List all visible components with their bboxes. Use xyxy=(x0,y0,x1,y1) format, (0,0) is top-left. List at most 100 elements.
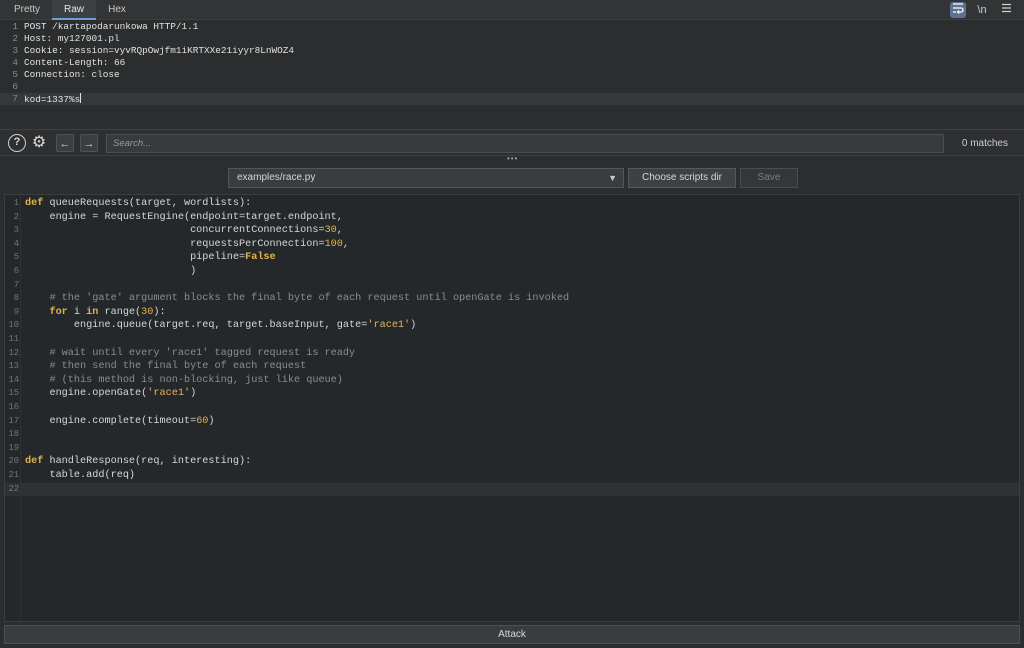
line-number: 17 xyxy=(8,415,19,426)
code-line[interactable]: 18 xyxy=(5,428,1019,442)
line-number: 14 xyxy=(8,374,19,385)
line-number: 19 xyxy=(8,442,19,453)
search-bar: ? ⚙ ← → 0 matches xyxy=(0,129,1024,156)
code-line-text: # the 'gate' argument blocks the final b… xyxy=(25,292,569,306)
code-token: # (this method is non-blocking, just lik… xyxy=(25,374,343,386)
line-number: 5 xyxy=(12,69,18,80)
line-number: 21 xyxy=(8,470,19,480)
code-line-text: engine.complete(timeout=60) xyxy=(25,415,214,429)
code-token: range( xyxy=(98,306,142,318)
request-line-text: Host: my127001.pl xyxy=(24,33,120,44)
code-line[interactable]: 12 # wait until every 'race1' tagged req… xyxy=(5,347,1019,361)
code-line[interactable]: 14 # (this method is non-blocking, just … xyxy=(5,374,1019,388)
script-select-value: examples/race.py xyxy=(237,172,316,183)
line-number: 2 xyxy=(12,33,18,44)
code-line[interactable]: 16 xyxy=(5,401,1019,415)
code-token: 'race1' xyxy=(147,388,191,400)
request-line[interactable]: 6 xyxy=(0,81,1024,93)
code-token: ) xyxy=(25,266,197,277)
code-token: , xyxy=(342,238,350,250)
code-token: queueRequests(target, wordlists): xyxy=(43,198,252,209)
code-token: pipeline= xyxy=(25,252,246,264)
hamburger-glyph xyxy=(1001,3,1011,13)
code-line[interactable]: 21 table.add(req) xyxy=(5,469,1019,483)
code-line[interactable]: 10 engine.queue(target.req, target.baseI… xyxy=(5,319,1019,333)
search-input[interactable] xyxy=(106,134,944,153)
attack-button[interactable]: Attack xyxy=(4,625,1020,644)
request-line-text: Cookie: session=vyvRQpOwjfm1iKRTXXe21iyy… xyxy=(24,45,295,56)
code-line[interactable]: 11 xyxy=(5,333,1019,347)
match-count: 0 matches xyxy=(961,138,1008,149)
line-number: 2 xyxy=(13,211,19,222)
newline-toggle-icon[interactable]: \n xyxy=(974,2,990,18)
code-token: table.add(req) xyxy=(25,470,136,481)
code-line-text: def handleResponse(req, interesting): xyxy=(25,455,251,469)
word-wrap-icon[interactable] xyxy=(950,2,966,18)
code-line-text: # (this method is non-blocking, just lik… xyxy=(25,374,343,388)
request-line[interactable]: 5 Connection: close xyxy=(0,69,1024,81)
code-token: # wait until every 'race1' tagged reques… xyxy=(25,347,356,359)
editor-options: \n xyxy=(950,2,1014,18)
code-line-text: table.add(req) xyxy=(25,469,135,483)
request-line[interactable]: 7 kod=1337%s xyxy=(0,93,1024,105)
code-line[interactable]: 8 # the 'gate' argument blocks the final… xyxy=(5,292,1019,306)
previous-match-button[interactable]: ← xyxy=(56,134,74,152)
line-number: 16 xyxy=(8,402,19,412)
code-token: ) xyxy=(410,320,417,332)
line-number: 6 xyxy=(13,266,19,276)
line-number: 18 xyxy=(8,429,19,440)
code-token: # then send the final byte of each reque… xyxy=(25,361,307,373)
code-line[interactable]: 1 def queueRequests(target, wordlists): xyxy=(5,197,1019,211)
code-token: 'race1' xyxy=(367,320,411,332)
code-line[interactable]: 17 engine.complete(timeout=60) xyxy=(5,415,1019,429)
hamburger-menu-icon[interactable] xyxy=(998,2,1014,18)
request-line[interactable]: 3 Cookie: session=vyvRQpOwjfm1iKRTXXe21iy… xyxy=(0,45,1024,57)
next-match-button[interactable]: → xyxy=(80,134,98,152)
tab-pretty[interactable]: Pretty xyxy=(4,0,50,20)
gear-icon[interactable]: ⚙ xyxy=(30,134,48,152)
script-select[interactable]: examples/race.py ▼ xyxy=(228,168,624,188)
code-token: False xyxy=(245,252,276,264)
script-editor[interactable]: 1 def queueRequests(target, wordlists): 2 … xyxy=(4,194,1020,622)
pane-divider[interactable]: ••• xyxy=(0,155,1024,163)
code-line-text: # then send the final byte of each reque… xyxy=(25,360,306,374)
script-toolbar: examples/race.py ▼ Choose scripts dir Sa… xyxy=(0,163,1024,193)
word-wrap-glyph xyxy=(953,3,964,14)
tab-raw[interactable]: Raw xyxy=(52,0,96,20)
request-line[interactable]: 2 Host: my127001.pl xyxy=(0,33,1024,45)
code-line[interactable]: 9 for i in range(30): xyxy=(5,306,1019,320)
code-line[interactable]: 7 xyxy=(5,279,1019,293)
code-line-text: engine.openGate('race1') xyxy=(25,387,196,401)
code-line[interactable]: 6 ) xyxy=(5,265,1019,279)
line-number: 22 xyxy=(8,483,19,494)
code-line[interactable]: 5 pipeline=False xyxy=(5,251,1019,265)
request-editor[interactable]: 1 POST /kartapodarunkowa HTTP/1.1 2 Host: m… xyxy=(0,21,1024,127)
code-line[interactable]: 4 requestsPerConnection=100, xyxy=(5,238,1019,252)
line-number: 13 xyxy=(8,361,19,372)
code-line[interactable]: 22 xyxy=(5,482,1019,497)
line-number: 12 xyxy=(8,347,19,358)
code-token: 100 xyxy=(324,238,343,250)
save-button[interactable]: Save xyxy=(740,168,798,188)
request-line-text: kod=1337%s xyxy=(24,93,82,105)
help-icon[interactable]: ? xyxy=(8,134,26,152)
code-line[interactable]: 3 concurrentConnections=30, xyxy=(5,224,1019,238)
code-token: concurrentConnections= xyxy=(25,225,325,237)
code-token: ): xyxy=(153,306,166,318)
line-number: 7 xyxy=(12,93,18,104)
drag-handle-icon[interactable]: ••• xyxy=(507,155,518,163)
choose-scripts-dir-button[interactable]: Choose scripts dir xyxy=(628,168,736,188)
line-number: 4 xyxy=(12,57,18,68)
tab-hex[interactable]: Hex xyxy=(97,0,137,20)
code-line[interactable]: 13 # then send the final byte of each re… xyxy=(5,360,1019,374)
code-line-text: requestsPerConnection=100, xyxy=(25,238,349,252)
request-line[interactable]: 4 Content-Length: 66 xyxy=(0,57,1024,69)
code-line[interactable]: 15 engine.openGate('race1') xyxy=(5,387,1019,401)
code-line[interactable]: 19 xyxy=(5,442,1019,456)
message-tab-bar: Pretty Raw Hex \n xyxy=(0,0,1024,20)
code-line[interactable]: 2 engine = RequestEngine(endpoint=target… xyxy=(5,211,1019,225)
code-token: ) xyxy=(190,388,197,400)
request-line[interactable]: 1 POST /kartapodarunkowa HTTP/1.1 xyxy=(0,21,1024,33)
code-token: for xyxy=(25,306,68,318)
code-line[interactable]: 20 def handleResponse(req, interesting): xyxy=(5,455,1019,469)
